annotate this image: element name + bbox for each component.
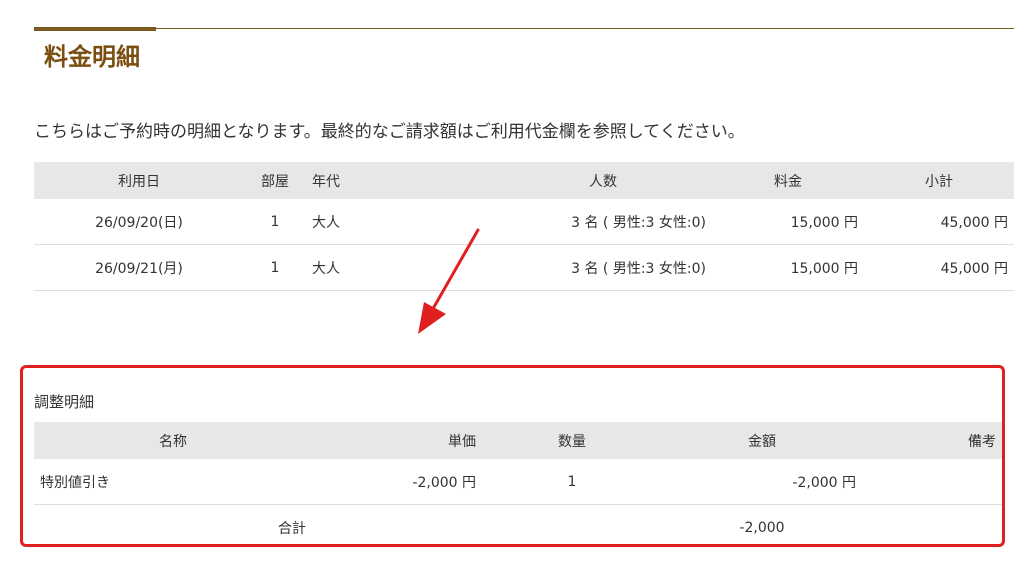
cell-room: 1 (244, 244, 306, 291)
fees-table: 利用日 部屋 年代 人数 料金 小計 26/09/20(日) 1 大人 3 名 … (34, 162, 1014, 291)
col-header-age: 年代 (306, 162, 494, 199)
title-accent-bar (34, 27, 156, 31)
cell-people: 3 名 ( 男性:3 女性:0) (494, 199, 712, 245)
total-spacer (482, 505, 662, 551)
intro-text: こちらはご予約時の明細となります。最終的なご請求額はご利用代金欄を参照してくださ… (34, 122, 745, 142)
adjustment-header-row: 名称 単価 数量 金額 備考 (34, 422, 1002, 459)
total-value: -2,000 (739, 519, 785, 536)
page-title: 料金明細 (44, 43, 140, 71)
adjustment-table: 名称 単価 数量 金額 備考 特別値引き -2,000 円 1 -2,000 円… (34, 422, 1002, 550)
col-header-price: 料金 (712, 162, 864, 199)
total-spacer (312, 505, 482, 551)
col-header-subtotal: 小計 (864, 162, 1014, 199)
table-row: 26/09/20(日) 1 大人 3 名 ( 男性:3 女性:0) 15,000… (34, 199, 1014, 245)
cell-price: 15,000 円 (712, 244, 864, 291)
red-annotation-arrow (418, 228, 480, 334)
cell-item-name: 特別値引き (34, 459, 312, 505)
col-header-name: 名称 (34, 422, 312, 459)
col-header-unit-price: 単価 (312, 422, 482, 459)
col-header-quantity: 数量 (482, 422, 662, 459)
col-header-notes: 備考 (862, 422, 1002, 459)
cell-people: 3 名 ( 男性:3 女性:0) (494, 244, 712, 291)
cell-quantity: 1 (482, 459, 662, 505)
col-header-date: 利用日 (34, 162, 244, 199)
cell-date: 26/09/20(日) (34, 199, 244, 245)
cell-notes (862, 459, 1002, 505)
cell-price: 15,000 円 (712, 199, 864, 245)
cell-subtotal: 45,000 円 (864, 199, 1014, 245)
col-header-room: 部屋 (244, 162, 306, 199)
table-row: 26/09/21(月) 1 大人 3 名 ( 男性:3 女性:0) 15,000… (34, 244, 1014, 291)
col-header-amount: 金額 (662, 422, 862, 459)
cell-date: 26/09/21(月) (34, 244, 244, 291)
title-rule (34, 28, 1014, 29)
col-header-people: 人数 (494, 162, 712, 199)
total-label: 合計 (278, 520, 306, 537)
total-row: 合計 -2,000 (34, 505, 1002, 551)
fees-header-row: 利用日 部屋 年代 人数 料金 小計 (34, 162, 1014, 199)
cell-unit-price: -2,000 円 (312, 459, 482, 505)
cell-subtotal: 45,000 円 (864, 244, 1014, 291)
cell-room: 1 (244, 199, 306, 245)
total-spacer (862, 505, 1002, 551)
adjustment-title: 調整明細 (34, 393, 95, 411)
table-row: 特別値引き -2,000 円 1 -2,000 円 (34, 459, 1002, 505)
cell-amount: -2,000 円 (662, 459, 862, 505)
